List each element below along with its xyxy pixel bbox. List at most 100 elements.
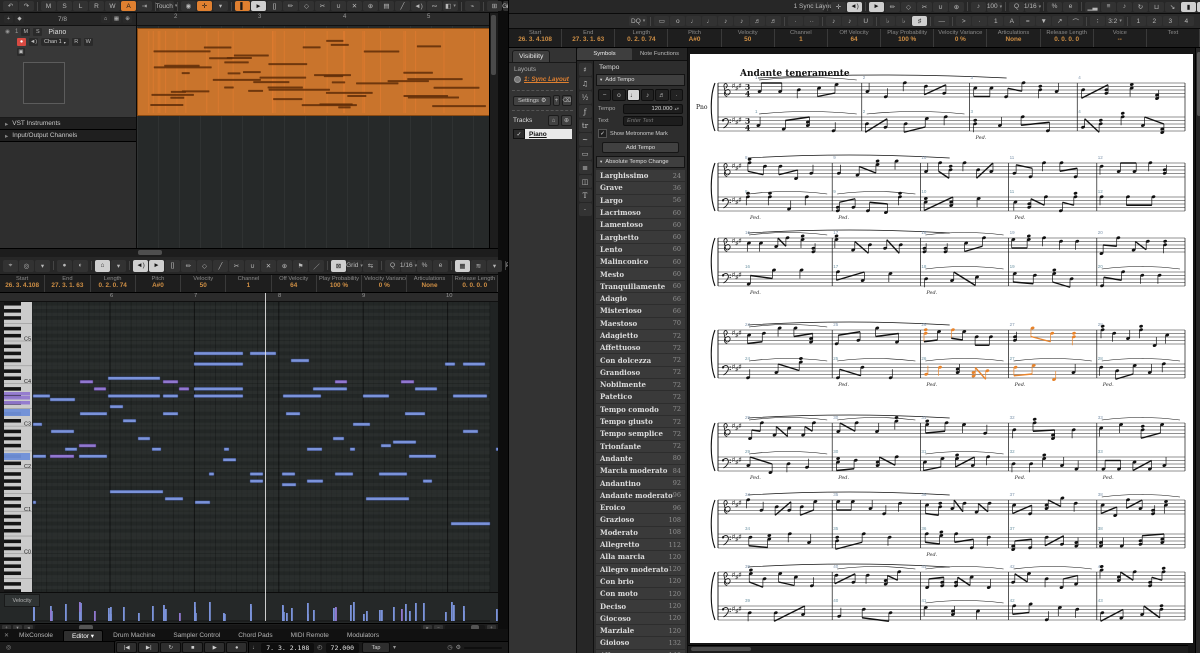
info-value[interactable]: 0. 0. 0. 0 bbox=[1043, 36, 1091, 43]
midi-note[interactable] bbox=[164, 497, 184, 501]
transport-tempo-display[interactable]: 72.000 bbox=[325, 642, 360, 653]
line-tool[interactable]: ╱ bbox=[395, 1, 410, 11]
automation-panel-button[interactable]: A bbox=[121, 1, 136, 11]
info-value[interactable]: 0 % bbox=[936, 36, 984, 43]
retrospective-icon[interactable]: ↻ bbox=[1133, 1, 1148, 12]
tempo-list-item[interactable]: Larghissimo 24 bbox=[596, 170, 685, 182]
black-key[interactable] bbox=[4, 309, 21, 313]
object-select-tool[interactable]: ► bbox=[869, 1, 884, 12]
tempo-list-item[interactable]: Andante 80 bbox=[596, 452, 685, 465]
info-field-pitch[interactable]: Pitch A#0 bbox=[136, 275, 182, 292]
tempo-list-item[interactable]: Tempo semplice 72 bbox=[596, 428, 685, 440]
thirtysecond-note-button[interactable]: ♬ bbox=[750, 16, 766, 26]
info-field-end[interactable]: End 27. 3. 1. 63 bbox=[562, 29, 616, 47]
visibility-track-name[interactable]: Piano bbox=[525, 129, 572, 139]
comp-tool[interactable]: ▤ bbox=[379, 1, 394, 11]
info-value[interactable]: 26. 3. 4.108 bbox=[511, 36, 559, 43]
midi-note[interactable] bbox=[107, 394, 161, 398]
velocity-bar[interactable] bbox=[350, 605, 352, 621]
split-tool[interactable]: ✂ bbox=[315, 1, 330, 11]
velocity-bar[interactable] bbox=[401, 609, 403, 621]
midi-note[interactable] bbox=[193, 387, 244, 391]
slur-button[interactable]: ⌒ bbox=[1068, 16, 1084, 26]
midi-note[interactable] bbox=[352, 422, 371, 427]
velocity-bar[interactable] bbox=[363, 614, 365, 621]
autoscroll-button[interactable]: ⌂ bbox=[95, 259, 110, 272]
trills-category-button[interactable]: tr bbox=[578, 119, 592, 132]
midi-note[interactable] bbox=[306, 479, 324, 483]
object-select-tool[interactable]: ► bbox=[149, 259, 164, 272]
info-value[interactable]: 100 % bbox=[883, 36, 931, 43]
write-automation-button[interactable]: W bbox=[105, 1, 120, 11]
ornaments-category-button[interactable]: ~ bbox=[578, 133, 592, 146]
midi-note[interactable] bbox=[334, 380, 348, 384]
midi-part-piano[interactable] bbox=[137, 28, 489, 116]
midi-note[interactable] bbox=[312, 387, 348, 391]
staccato-button[interactable]: · bbox=[972, 16, 988, 26]
erase-tool[interactable]: ◇ bbox=[299, 1, 314, 11]
velocity-bar[interactable] bbox=[108, 608, 110, 621]
tempo-list-item[interactable]: Grave 36 bbox=[596, 182, 685, 194]
visibility-track-row[interactable]: ✓ Piano bbox=[513, 129, 572, 139]
zoom-tool[interactable]: ⊕ bbox=[363, 1, 378, 11]
midi-note[interactable] bbox=[422, 479, 433, 483]
record-button[interactable]: ● bbox=[226, 642, 248, 653]
black-key[interactable] bbox=[4, 486, 21, 490]
velocity-bar[interactable] bbox=[163, 605, 165, 621]
midi-note[interactable] bbox=[378, 472, 408, 476]
score-vertical-scrollbar[interactable] bbox=[1195, 48, 1200, 653]
black-key[interactable] bbox=[4, 376, 21, 381]
voice-4-button[interactable]: 4 bbox=[1178, 16, 1194, 26]
eighth-note-button[interactable]: ♪ bbox=[718, 16, 734, 26]
midi-note[interactable] bbox=[122, 419, 137, 423]
black-key[interactable] bbox=[4, 539, 21, 544]
velocity-bar[interactable] bbox=[405, 604, 407, 621]
velocity-bar[interactable] bbox=[453, 605, 455, 621]
tempo-list-item[interactable]: Tempo giusto 72 bbox=[596, 415, 685, 428]
black-key[interactable] bbox=[4, 571, 21, 576]
layout-settings-button[interactable]: Settings ⚙ bbox=[513, 95, 552, 106]
notes-category-button[interactable]: ♫ bbox=[578, 77, 592, 90]
midi-note[interactable] bbox=[444, 362, 456, 366]
info-value[interactable]: 50 bbox=[183, 282, 223, 289]
lower-zone-tab-sampler-control[interactable]: Sampler Control bbox=[165, 631, 228, 640]
colors-dropdown[interactable]: ▾ bbox=[487, 259, 502, 272]
velocity-bar[interactable] bbox=[110, 607, 112, 621]
info-field-end[interactable]: End 27. 3. 1. 63 bbox=[45, 275, 91, 292]
info-field-start[interactable]: Start 26. 3. 4.108 bbox=[0, 275, 46, 292]
midi-note[interactable] bbox=[462, 429, 479, 434]
add-layout-button[interactable]: + bbox=[553, 95, 560, 106]
tap-tempo-button[interactable]: Tap bbox=[362, 642, 391, 653]
lines-category-button[interactable]: ▭ bbox=[578, 147, 592, 160]
fingering-button[interactable]: 1 bbox=[988, 16, 1004, 26]
time-display-icon[interactable]: ◷ bbox=[447, 644, 452, 651]
voice-2-button[interactable]: 2 bbox=[1146, 16, 1162, 26]
info-field-off-velocity[interactable]: Off Velocity 64 bbox=[828, 29, 882, 47]
info-field-release-length[interactable]: Release Length 0. 0. 0. 0 bbox=[1041, 29, 1094, 47]
grid-type-select[interactable]: Grid bbox=[346, 259, 362, 272]
tempo-list-item[interactable]: Grazioso 108 bbox=[596, 514, 685, 526]
add-track-button[interactable]: + bbox=[4, 15, 13, 23]
listen-button[interactable]: L bbox=[73, 1, 88, 11]
mute-tool[interactable]: ✕ bbox=[261, 259, 276, 272]
staff-category-button[interactable]: ≣ bbox=[578, 161, 592, 174]
black-key[interactable] bbox=[4, 472, 21, 476]
black-key[interactable] bbox=[4, 461, 21, 466]
velocity-bar[interactable] bbox=[335, 607, 337, 621]
scrub-tool[interactable]: ∾ bbox=[427, 1, 442, 11]
cycle-button[interactable]: ↻ bbox=[160, 642, 182, 653]
tempo-list-item[interactable]: Allegro140 bbox=[596, 649, 685, 653]
midi-note[interactable] bbox=[334, 472, 354, 476]
velocity-bar[interactable] bbox=[50, 610, 52, 621]
lower-zone-tab-editor[interactable]: Editor ▾ bbox=[63, 629, 104, 641]
insert-icon[interactable]: ✛ bbox=[831, 1, 846, 12]
velocity-bar[interactable] bbox=[393, 607, 395, 621]
tempo-list-item[interactable]: Lacrimoso 60 bbox=[596, 206, 685, 219]
black-key[interactable] bbox=[4, 582, 21, 586]
info-value[interactable]: None bbox=[409, 282, 449, 289]
snap-icon[interactable]: ⊞ bbox=[487, 1, 502, 11]
tempo-list-item[interactable]: Adagio 66 bbox=[596, 292, 685, 305]
track-name[interactable]: Piano bbox=[48, 29, 66, 36]
show-lanes-icon[interactable]: ▦ bbox=[455, 259, 470, 272]
tenuto-button[interactable]: = bbox=[1020, 16, 1036, 26]
